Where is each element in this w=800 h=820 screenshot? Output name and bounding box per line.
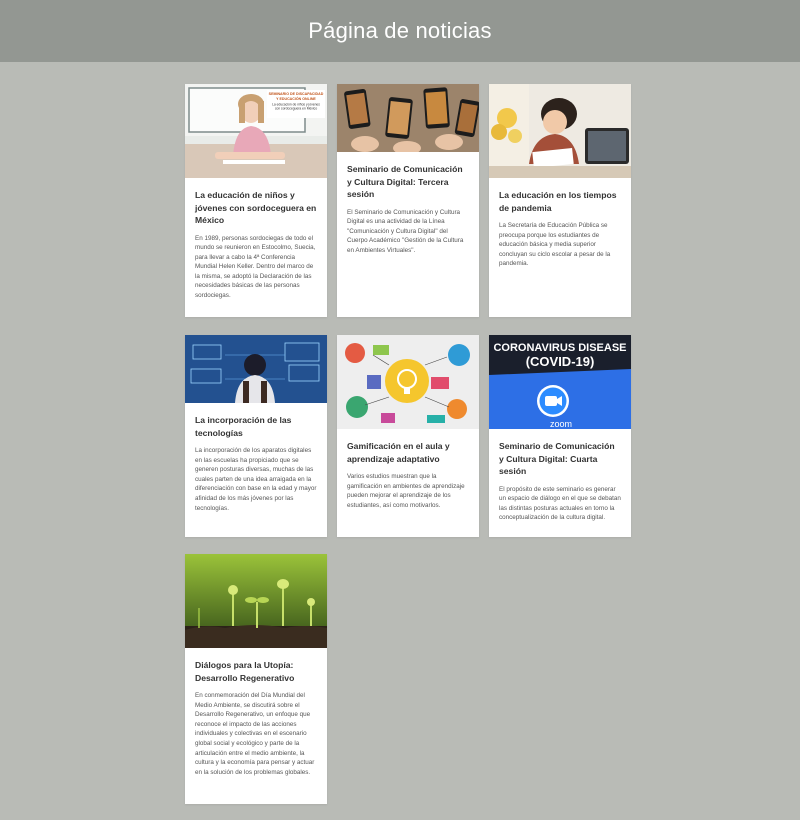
card-text: El Seminario de Comunicación y Cultura D… — [347, 208, 464, 254]
card-image-phones-food[interactable] — [337, 84, 479, 152]
news-card[interactable]: La educación en los tiempos de pandemia … — [489, 84, 631, 317]
card-body: La educación de niños y jóvenes con sord… — [185, 178, 327, 311]
card-body: Seminario de Comunicación y Cultura Digi… — [337, 152, 479, 265]
page-header: Página de noticias — [0, 0, 800, 62]
card-title[interactable]: Gamificación en el aula y aprendizaje ad… — [347, 440, 469, 465]
card-text: La incorporación de los aparatos digital… — [195, 447, 317, 512]
card-text: En 1989, personas sordociegas de todo el… — [195, 234, 316, 300]
card-title[interactable]: La educación de niños y jóvenes con sord… — [195, 189, 317, 227]
card-body: Gamificación en el aula y aprendizaje ad… — [337, 429, 479, 520]
image-caption-line: Y EDUCACIÓN ONLINE — [276, 96, 316, 101]
card-title[interactable]: La educación en los tiempos de pandemia — [499, 189, 621, 214]
news-card[interactable]: La incorporación de las tecnologías La i… — [185, 335, 327, 537]
news-card[interactable]: CORONAVIRUS DISEASE (COVID-19) zoom Semi… — [489, 335, 631, 537]
card-image-child-tablet[interactable] — [489, 84, 631, 178]
card-title[interactable]: Seminario de Comunicación y Cultura Digi… — [499, 440, 621, 478]
page-title: Página de noticias — [308, 18, 492, 43]
card-text: La Secretaría de Educación Pública se pr… — [499, 222, 611, 268]
image-caption-line: CORONAVIRUS DISEASE — [493, 342, 626, 354]
card-text: En conmemoración del Día Mundial del Med… — [195, 692, 315, 776]
card-image-sprouts[interactable] — [185, 554, 327, 648]
card-image-boy-technology[interactable] — [185, 335, 327, 403]
card-text: El propósito de este seminario es genera… — [499, 485, 621, 522]
image-caption-line: con sordoceguera en México — [275, 107, 318, 111]
image-caption-line: zoom — [550, 419, 572, 429]
card-body: La educación en los tiempos de pandemia … — [489, 178, 631, 279]
image-caption-line: SEMINARIO DE DISCAPACIDAD — [269, 92, 324, 96]
card-image-girl-reading[interactable]: SEMINARIO DE DISCAPACIDAD Y EDUCACIÓN ON… — [185, 84, 327, 178]
card-title[interactable]: Diálogos para la Utopía: Desarrollo Rege… — [195, 659, 317, 684]
card-body: Seminario de Comunicación y Cultura Digi… — [489, 429, 631, 533]
card-title[interactable]: Seminario de Comunicación y Cultura Digi… — [347, 163, 469, 201]
card-body: La incorporación de las tecnologías La i… — [185, 403, 327, 523]
news-card[interactable]: Diálogos para la Utopía: Desarrollo Rege… — [185, 554, 327, 804]
news-card[interactable]: SEMINARIO DE DISCAPACIDAD Y EDUCACIÓN ON… — [185, 84, 327, 317]
image-caption-line: (COVID-19) — [526, 354, 595, 369]
card-image-gamification[interactable] — [337, 335, 479, 429]
card-title[interactable]: La incorporación de las tecnologías — [195, 414, 317, 439]
card-text: Varios estudios muestran que la gamifica… — [347, 473, 465, 509]
news-card[interactable]: Gamificación en el aula y aprendizaje ad… — [337, 335, 479, 537]
card-body: Diálogos para la Utopía: Desarrollo Rege… — [185, 648, 327, 787]
news-card[interactable]: Seminario de Comunicación y Cultura Digi… — [337, 84, 479, 317]
card-image-zoom-covid[interactable]: CORONAVIRUS DISEASE (COVID-19) zoom — [489, 335, 631, 429]
